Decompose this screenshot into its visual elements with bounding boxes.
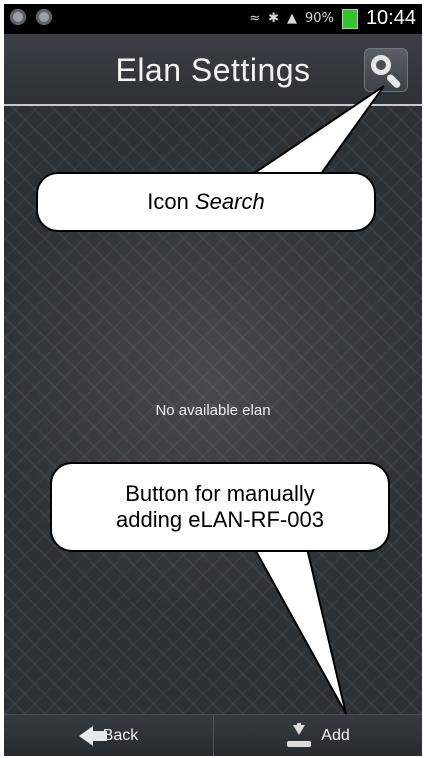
empty-message: No available elan bbox=[155, 402, 271, 419]
back-label: Back bbox=[102, 727, 139, 744]
phone-screen: ≈ ✱ ▲ 90% 10:44 Elan Settings No availab… bbox=[4, 4, 422, 756]
clock: 10:44 bbox=[365, 7, 416, 29]
bluetooth-icon: ✱ bbox=[268, 11, 280, 26]
search-icon bbox=[371, 55, 391, 75]
status-right: ≈ ✱ ▲ 90% 10:44 bbox=[249, 7, 416, 30]
back-button[interactable]: Back bbox=[4, 715, 213, 756]
search-callout: Icon Search bbox=[36, 172, 376, 232]
search-callout-prefix: Icon bbox=[147, 189, 195, 214]
status-bar: ≈ ✱ ▲ 90% 10:44 bbox=[4, 4, 422, 34]
search-callout-italic: Search bbox=[194, 189, 265, 214]
download-tray-icon bbox=[287, 723, 312, 747]
battery-icon bbox=[341, 8, 358, 29]
search-button[interactable] bbox=[364, 48, 408, 92]
battery-percent: 90% bbox=[305, 11, 334, 26]
add-callout-line1: Button for manually bbox=[125, 480, 315, 506]
bottom-action-bar: Back Add bbox=[4, 714, 422, 756]
page-title: Elan Settings bbox=[115, 52, 311, 88]
add-callout-text: Button for manually adding eLAN-RF-003 bbox=[116, 481, 324, 534]
add-label: Add bbox=[321, 727, 350, 744]
back-arrow-icon bbox=[78, 726, 107, 746]
search-callout-text: Icon Search bbox=[147, 189, 264, 215]
status-left-icons bbox=[10, 9, 52, 25]
wifi-icon: ≈ bbox=[249, 11, 261, 26]
screenshot-frame: ≈ ✱ ▲ 90% 10:44 Elan Settings No availab… bbox=[0, 0, 425, 758]
signal-icon: ▲ bbox=[287, 11, 298, 26]
notification-icon bbox=[36, 9, 52, 25]
app-header: Elan Settings bbox=[4, 34, 422, 106]
add-callout-line2: adding eLAN-RF-003 bbox=[116, 507, 324, 532]
add-button[interactable]: Add bbox=[213, 715, 422, 756]
notification-icon bbox=[10, 9, 26, 25]
add-callout: Button for manually adding eLAN-RF-003 bbox=[50, 462, 390, 552]
search-icon-handle bbox=[385, 73, 402, 90]
